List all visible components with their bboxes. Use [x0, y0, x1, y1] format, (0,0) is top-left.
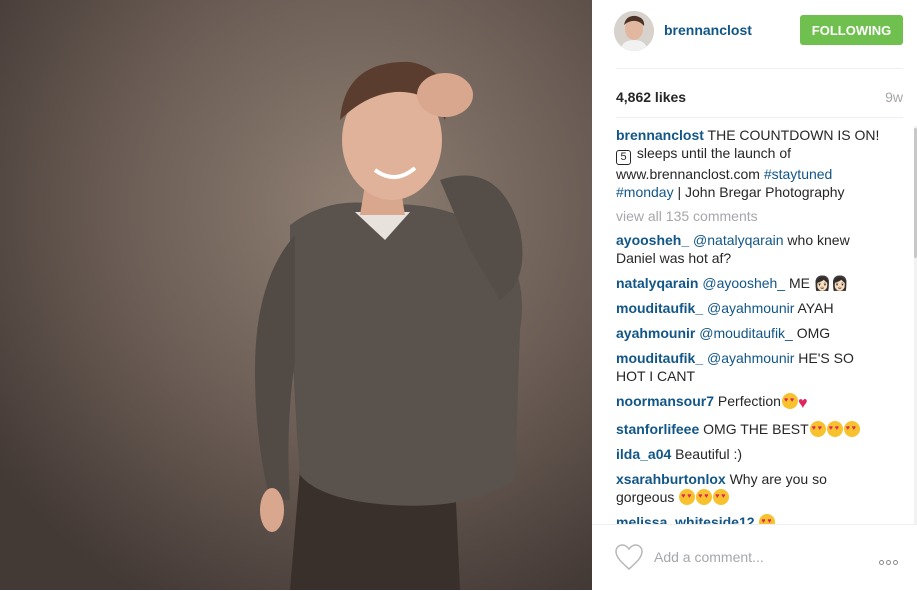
- comment-item: xsarahburtonlox Why are you so gorgeous: [616, 470, 886, 506]
- comment-username[interactable]: ayahmounir: [616, 325, 695, 341]
- divider: [616, 68, 903, 69]
- comment-footer: [592, 524, 917, 591]
- likes-count[interactable]: 4,862 likes: [616, 89, 686, 105]
- heart-eyes-emoji-icon: [843, 420, 860, 438]
- heart-outline-icon[interactable]: [614, 543, 644, 571]
- comment-item: ayahmounir @mouditaufik_ OMG: [616, 324, 886, 342]
- comment-username[interactable]: natalyqarain: [616, 275, 698, 291]
- comment-username[interactable]: xsarahburtonlox: [616, 471, 726, 487]
- person-photo-illustration: [0, 0, 592, 590]
- hashtag-link[interactable]: #monday: [616, 184, 674, 200]
- comment-text: OMG: [792, 325, 831, 341]
- add-comment-input[interactable]: [654, 547, 844, 567]
- post-header: brennanclost FOLLOWING: [614, 11, 903, 51]
- mention-link[interactable]: @ayoosheh_: [702, 275, 785, 291]
- caption-username[interactable]: brennanclost: [616, 127, 704, 143]
- mention-link[interactable]: @ayahmounir: [707, 350, 794, 366]
- comment-username[interactable]: melissa_whiteside12: [616, 514, 755, 524]
- comment-username[interactable]: ilda_a04: [616, 446, 671, 462]
- comment-text: OMG THE BEST: [699, 421, 809, 437]
- caption: brennanclost THE COUNTDOWN IS ON! 5 slee…: [616, 126, 886, 201]
- avatar[interactable]: [614, 11, 654, 51]
- comment-item: mouditaufik_ @ayahmounir AYAH: [616, 299, 886, 317]
- following-button[interactable]: FOLLOWING: [800, 15, 903, 45]
- mention-link[interactable]: @ayahmounir: [707, 300, 794, 316]
- caption-text: | John Bregar Photography: [673, 184, 845, 200]
- view-all-comments-link[interactable]: view all 135 comments: [616, 207, 886, 225]
- comment-username[interactable]: mouditaufik_: [616, 300, 703, 316]
- comment-username[interactable]: ayoosheh_: [616, 232, 689, 248]
- divider: [616, 117, 903, 118]
- comment-text: Beautiful :): [671, 446, 743, 462]
- comment-item: natalyqarain @ayoosheh_ ME 👩🏻👩🏻: [616, 274, 886, 292]
- comment-item: noormansour7 Perfection ♥: [616, 392, 886, 413]
- comment-username[interactable]: stanforlifeee: [616, 421, 699, 437]
- comment-username[interactable]: mouditaufik_: [616, 350, 703, 366]
- comment-item: melissa_whiteside12: [616, 513, 886, 524]
- comment-item: ayoosheh_ @natalyqarain who knew Daniel …: [616, 231, 886, 267]
- comment-username[interactable]: noormansour7: [616, 393, 714, 409]
- caption-text: THE COUNTDOWN IS ON!: [703, 127, 880, 143]
- comment-item: mouditaufik_ @ayahmounir HE'S SO HOT I C…: [616, 349, 886, 385]
- heart-eyes-emoji-icon: [679, 488, 696, 506]
- mention-link[interactable]: @natalyqarain: [693, 232, 784, 248]
- username-link[interactable]: brennanclost: [664, 22, 752, 38]
- heart-eyes-emoji-icon: [713, 488, 730, 506]
- comment-text: [755, 514, 759, 524]
- heart-eyes-emoji-icon: [696, 488, 713, 506]
- red-heart-icon: ♥: [797, 395, 808, 412]
- hashtag-link[interactable]: #staytuned: [764, 166, 833, 182]
- avatar-image: [614, 11, 654, 51]
- heart-eyes-emoji-icon: [826, 420, 843, 438]
- heart-eyes-emoji-icon: [781, 392, 798, 410]
- comment-item: ilda_a04 Beautiful :): [616, 445, 886, 463]
- comment-text: ME 👩🏻👩🏻: [785, 275, 849, 291]
- comment-text: AYAH: [794, 300, 834, 316]
- more-options-icon[interactable]: [879, 552, 905, 565]
- comment-text: Perfection: [714, 393, 781, 409]
- mention-link[interactable]: @mouditaufik_: [699, 325, 793, 341]
- heart-eyes-emoji-icon: [809, 420, 826, 438]
- post-age[interactable]: 9w: [885, 89, 903, 105]
- post-details-panel: brennanclost FOLLOWING 4,862 likes 9w br…: [592, 0, 917, 590]
- post-photo[interactable]: [0, 0, 592, 590]
- comment-item: stanforlifeee OMG THE BEST: [616, 420, 886, 438]
- heart-eyes-emoji-icon: [759, 513, 776, 524]
- number-five-badge: 5: [616, 150, 631, 165]
- comments-list: brennanclost THE COUNTDOWN IS ON! 5 slee…: [616, 126, 886, 524]
